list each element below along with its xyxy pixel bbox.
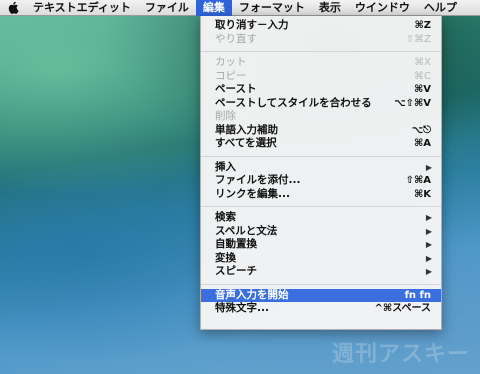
shortcut-label: ^⌘スペース — [374, 303, 431, 314]
menu-item-label: 取り消す－入力 — [215, 19, 289, 31]
menu-item-label: 自動置換 — [215, 238, 257, 250]
menu-separator — [201, 206, 441, 207]
menu-item-label: 特殊文字... — [215, 302, 269, 314]
menu-format[interactable]: フォーマット — [232, 0, 312, 16]
menu-item-paste-and-match-style[interactable]: ペーストしてスタイルを合わせる ⌥⇧⌘V — [201, 97, 441, 111]
menu-item-paste[interactable]: ペースト ⌘V — [201, 83, 441, 97]
menu-item-spelling-grammar[interactable]: スペルと文法 ▶ — [201, 225, 441, 239]
menu-item-label: リンクを編集... — [215, 187, 290, 200]
submenu-arrow-icon: ▶ — [425, 226, 432, 236]
menu-window[interactable]: ウインドウ — [348, 0, 417, 16]
menu-item-insert[interactable]: 挿入 ▶ — [201, 161, 441, 175]
menu-item-attach-file[interactable]: ファイルを添付... ⇧⌘A — [201, 174, 441, 188]
shortcut-label: ⌥⎋ — [411, 124, 431, 136]
shortcut-label: ⌘A — [413, 138, 431, 149]
shortcut-label: ⌥⇧⌘V — [394, 97, 431, 109]
shortcut-label: ⌘X — [414, 57, 431, 68]
menu-item-label: カット — [215, 56, 247, 68]
submenu-arrow-icon: ▶ — [425, 213, 432, 222]
submenu-arrow-icon: ▶ — [425, 253, 432, 263]
menu-item-label: ペースト — [215, 83, 257, 95]
menu-item-find[interactable]: 検索 ▶ — [201, 211, 441, 225]
menu-item-label: ファイルを添付... — [215, 174, 301, 186]
menu-item-label: ペーストしてスタイルを合わせる — [215, 96, 372, 109]
menu-help[interactable]: ヘルプ — [417, 0, 464, 16]
menu-item-select-all[interactable]: すべてを選択 ⌘A — [201, 137, 441, 151]
menu-item-label: 削除 — [215, 110, 236, 122]
menu-item-edit-link[interactable]: リンクを編集... ⌘K — [201, 188, 441, 202]
shortcut-label: ⌘Z — [414, 20, 431, 31]
menu-edit[interactable]: 編集 — [195, 0, 232, 16]
menu-item-transformations[interactable]: 変換 ▶ — [201, 252, 441, 266]
watermark-text: 週刊アスキー — [331, 342, 470, 367]
menu-separator — [201, 283, 441, 285]
menu-item-label: スピーチ — [215, 265, 257, 277]
menu-textedit[interactable]: テキストエディット — [26, 0, 138, 16]
menu-view[interactable]: 表示 — [312, 0, 348, 16]
edit-menu-dropdown: 取り消す－入力 ⌘Z やり直す ⇧⌘Z カット ⌘X コピー ⌘C ペースト ⌘… — [200, 16, 442, 330]
submenu-arrow-icon: ▶ — [425, 162, 432, 172]
shortcut-label: ⌘V — [413, 84, 431, 95]
menu-item-special-characters[interactable]: 特殊文字... ^⌘スペース — [201, 302, 441, 316]
menu-separator — [201, 155, 441, 157]
menu-file[interactable]: ファイル — [138, 0, 196, 16]
menu-item-label: すべてを選択 — [215, 137, 277, 149]
shortcut-label: ⇧⌘Z — [405, 33, 431, 45]
menu-item-undo[interactable]: 取り消す－入力 ⌘Z — [201, 19, 441, 33]
menu-bar: テキストエディット ファイル 編集 フォーマット 表示 ウインドウ ヘルプ — [0, 0, 480, 16]
menu-item-label: 挿入 — [215, 160, 236, 173]
menu-item-substitutions[interactable]: 自動置換 ▶ — [201, 238, 441, 252]
shortcut-label: ⌘K — [413, 188, 431, 200]
menu-item-label: 音声入力を開始 — [215, 288, 289, 301]
menu-item-label: やり直す — [215, 32, 257, 45]
menu-separator — [201, 51, 441, 52]
menu-item-redo[interactable]: やり直す ⇧⌘Z — [201, 33, 441, 47]
menu-item-label: 検索 — [215, 211, 236, 223]
menu-item-delete[interactable]: 削除 — [201, 110, 441, 124]
shortcut-label: fn fn — [404, 289, 431, 301]
menu-item-copy[interactable]: コピー ⌘C — [201, 70, 441, 84]
apple-logo-icon[interactable] — [0, 0, 26, 16]
shortcut-label: ⌘C — [414, 70, 431, 82]
submenu-arrow-icon: ▶ — [425, 240, 432, 249]
menu-item-label: コピー — [215, 69, 247, 82]
menu-item-cut[interactable]: カット ⌘X — [201, 56, 441, 70]
menu-item-complete[interactable]: 単語入力補助 ⌥⎋ — [201, 124, 441, 138]
menu-item-label: 変換 — [215, 251, 236, 264]
menu-item-label: 単語入力補助 — [215, 123, 278, 136]
menu-item-start-dictation[interactable]: 音声入力を開始 fn fn — [201, 288, 441, 302]
shortcut-label: ⇧⌘A — [405, 175, 431, 186]
submenu-arrow-icon: ▶ — [425, 267, 432, 276]
menu-item-speech[interactable]: スピーチ ▶ — [201, 265, 441, 279]
menu-item-label: スペルと文法 — [215, 224, 278, 237]
